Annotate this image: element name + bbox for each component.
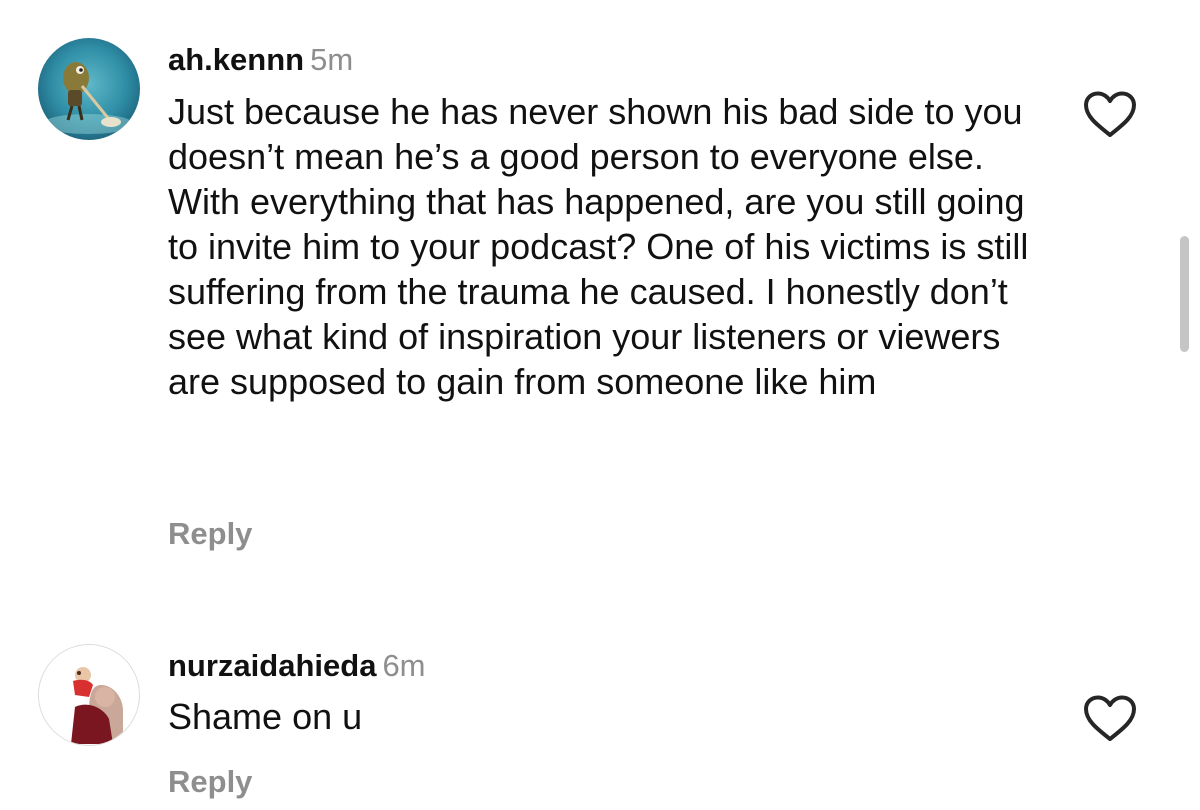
comment-timestamp: 5m <box>310 42 354 77</box>
reply-button[interactable]: Reply <box>168 764 252 800</box>
comment-meta: ah.kennn 5m <box>168 42 353 78</box>
like-button[interactable] <box>1082 90 1138 140</box>
heart-outline-icon <box>1084 695 1136 741</box>
scrollbar[interactable] <box>1180 236 1189 352</box>
avatar[interactable] <box>38 644 140 746</box>
comment-item: nurzaidahieda 6m Shame on u Reply <box>0 600 1200 810</box>
comment-item: ah.kennn 5m Just because he has never sho… <box>0 0 1200 600</box>
heart-outline-icon <box>1084 91 1136 137</box>
family-photo-avatar-image <box>39 645 138 744</box>
comment-username[interactable]: nurzaidahieda <box>168 648 376 683</box>
comment-timestamp: 6m <box>382 648 426 683</box>
comment-meta: nurzaidahieda 6m <box>168 648 426 684</box>
comment-text: Just because he has never shown his bad … <box>168 91 1029 402</box>
avatar[interactable] <box>38 38 140 140</box>
cartoon-character-avatar-image <box>38 38 140 140</box>
like-button[interactable] <box>1082 694 1138 744</box>
reply-button[interactable]: Reply <box>168 516 252 552</box>
comment-text: Shame on u <box>168 696 363 737</box>
comment-username[interactable]: ah.kennn <box>168 42 304 77</box>
